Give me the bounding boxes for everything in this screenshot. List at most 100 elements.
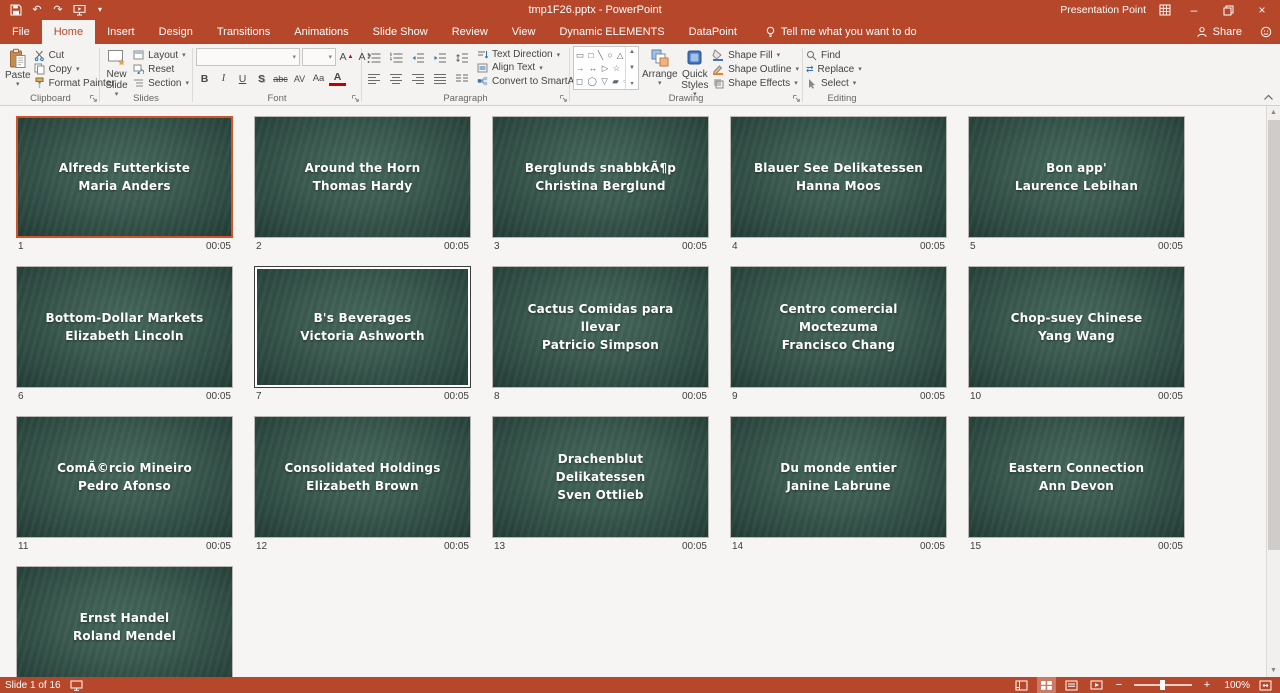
justify-icon[interactable] — [431, 71, 448, 86]
shapes-gallery[interactable]: ▭ □ ╲ ○ △ ◇ → ↔ ▷ ☆ ▱ ◁ ◻ ◯ ▽ ▰ ◦ △ ▲ ▼ … — [573, 46, 639, 90]
scroll-up-icon[interactable]: ▲ — [1267, 106, 1280, 119]
font-name-combobox[interactable]: ▾ — [196, 48, 300, 66]
underline-button[interactable]: U — [234, 70, 251, 87]
text-shadow-button[interactable]: S — [253, 70, 270, 87]
collapse-ribbon-icon[interactable] — [1263, 94, 1274, 101]
slide-thumbnail[interactable]: Alfreds FutterkisteMaria Anders — [16, 116, 233, 238]
arrange-label: Arrange — [642, 69, 678, 80]
zoom-level[interactable]: 100% — [1220, 680, 1250, 691]
layout-button[interactable]: Layout ▾ — [133, 48, 189, 62]
ribbon-display-options-icon[interactable] — [1158, 2, 1172, 18]
tab-file[interactable]: File — [0, 20, 42, 44]
tab-transitions[interactable]: Transitions — [205, 20, 282, 44]
normal-view-button[interactable] — [1012, 677, 1031, 693]
arrange-button[interactable]: Arrange ▾ — [642, 46, 678, 90]
fit-slide-to-window-button[interactable] — [1256, 677, 1275, 693]
tab-home[interactable]: Home — [42, 20, 95, 44]
customize-qat-icon[interactable]: ▾ — [93, 2, 107, 18]
clipboard-dialog-launcher-icon[interactable] — [89, 94, 98, 103]
replace-button[interactable]: ⇄ Replace ▾ — [806, 62, 862, 76]
font-color-button[interactable]: A — [329, 71, 346, 86]
tab-animations[interactable]: Animations — [282, 20, 360, 44]
reset-button[interactable]: Reset — [133, 62, 189, 76]
strikethrough-button[interactable]: abc — [272, 70, 289, 87]
slide-show-view-button[interactable] — [1087, 677, 1106, 693]
tab-review[interactable]: Review — [440, 20, 500, 44]
restore-button[interactable] — [1216, 0, 1240, 20]
reading-view-button[interactable] — [1062, 677, 1081, 693]
start-slideshow-icon[interactable] — [72, 2, 86, 18]
close-button[interactable]: × — [1250, 0, 1274, 20]
slide-thumbnail[interactable]: Cactus Comidas para llevarPatricio Simps… — [492, 266, 709, 388]
zoom-out-button[interactable]: − — [1112, 679, 1126, 691]
slide-sorter-canvas[interactable]: Alfreds FutterkisteMaria Anders100:05Aro… — [0, 106, 1280, 677]
shape-outline-button[interactable]: Shape Outline ▾ — [712, 62, 799, 76]
undo-icon[interactable]: ↶ — [30, 2, 44, 18]
slide-thumbnail[interactable]: ComÃ©rcio MineiroPedro Afonso — [16, 416, 233, 538]
display-settings-icon[interactable] — [70, 680, 83, 691]
slide-sorter-view-button[interactable] — [1037, 677, 1056, 693]
align-right-icon[interactable] — [409, 71, 426, 86]
scroll-down-icon[interactable]: ▼ — [1267, 664, 1280, 677]
new-slide-button[interactable]: New Slide ▾ — [103, 46, 130, 90]
zoom-in-button[interactable]: + — [1200, 679, 1214, 691]
font-size-dropdown-icon: ▾ — [328, 53, 332, 61]
find-button[interactable]: Find — [806, 48, 862, 62]
tab-slide-show[interactable]: Slide Show — [361, 20, 440, 44]
increase-font-size-button[interactable]: A▲ — [338, 49, 355, 66]
shape-effects-button[interactable]: Shape Effects ▾ — [712, 76, 799, 90]
vertical-scrollbar[interactable]: ▲ ▼ — [1266, 106, 1280, 677]
tab-insert[interactable]: Insert — [95, 20, 147, 44]
slide-thumbnail[interactable]: Du monde entierJanine Labrune — [730, 416, 947, 538]
italic-button[interactable]: I — [215, 70, 232, 87]
quick-styles-button[interactable]: Quick Styles ▾ — [681, 46, 710, 90]
shape-fill-button[interactable]: Shape Fill ▾ — [712, 48, 799, 62]
select-button[interactable]: Select ▾ — [806, 76, 862, 90]
increase-indent-icon[interactable] — [431, 50, 448, 65]
slide-thumbnail[interactable]: Bottom-Dollar MarketsElizabeth Lincoln — [16, 266, 233, 388]
slide-thumbnail[interactable]: Ernst HandelRoland Mendel — [16, 566, 233, 677]
tell-me-box[interactable]: Tell me what you want to do — [759, 20, 923, 44]
save-icon[interactable] — [9, 2, 23, 18]
zoom-slider-thumb[interactable] — [1160, 680, 1165, 690]
align-left-icon[interactable] — [365, 71, 382, 86]
feedback-smiley-icon[interactable] — [1252, 20, 1280, 44]
tab-view[interactable]: View — [500, 20, 548, 44]
tab-datapoint[interactable]: DataPoint — [677, 20, 749, 44]
tab-design[interactable]: Design — [147, 20, 205, 44]
tab-dynamic-elements[interactable]: Dynamic ELEMENTS — [547, 20, 676, 44]
slide-thumbnail[interactable]: Consolidated HoldingsElizabeth Brown — [254, 416, 471, 538]
slide-thumbnail[interactable]: Chop-suey ChineseYang Wang — [968, 266, 1185, 388]
section-button[interactable]: Section ▾ — [133, 76, 189, 90]
slide-thumbnail[interactable]: Eastern ConnectionAnn Devon — [968, 416, 1185, 538]
slide-thumbnail[interactable]: Around the HornThomas Hardy — [254, 116, 471, 238]
line-spacing-icon[interactable] — [453, 50, 470, 65]
align-center-icon[interactable] — [387, 71, 404, 86]
paragraph-dialog-launcher-icon[interactable] — [559, 94, 568, 103]
slide-thumbnail[interactable]: Drachenblut DelikatessenSven Ottlieb — [492, 416, 709, 538]
font-size-combobox[interactable]: ▾ — [302, 48, 336, 66]
change-case-button[interactable]: Aa — [310, 70, 327, 87]
paste-button[interactable]: Paste ▾ — [5, 46, 31, 90]
gallery-scroll-up-icon[interactable]: ▲ — [629, 49, 635, 55]
zoom-slider[interactable] — [1134, 684, 1192, 686]
character-spacing-button[interactable]: AV — [291, 70, 308, 87]
numbering-icon[interactable] — [387, 50, 404, 65]
slide-thumbnail[interactable]: Bon app'Laurence Lebihan — [968, 116, 1185, 238]
drawing-dialog-launcher-icon[interactable] — [792, 94, 801, 103]
scrollbar-thumb[interactable] — [1268, 120, 1280, 550]
decrease-indent-icon[interactable] — [409, 50, 426, 65]
slide-thumbnail[interactable]: Blauer See DelikatessenHanna Moos — [730, 116, 947, 238]
slide-thumbnail[interactable]: B's BeveragesVictoria Ashworth — [254, 266, 471, 388]
bold-button[interactable]: B — [196, 70, 213, 87]
font-dialog-launcher-icon[interactable] — [351, 94, 360, 103]
gallery-more-icon[interactable]: ▾ — [630, 80, 633, 87]
minimize-button[interactable]: – — [1182, 0, 1206, 20]
bullets-icon[interactable] — [365, 50, 382, 65]
columns-icon[interactable] — [453, 71, 470, 86]
slide-thumbnail[interactable]: Berglunds snabbkÃ¶pChristina Berglund — [492, 116, 709, 238]
gallery-scroll-down-icon[interactable]: ▼ — [629, 65, 635, 71]
slide-thumbnail[interactable]: Centro comercial MoctezumaFrancisco Chan… — [730, 266, 947, 388]
share-button[interactable]: Share — [1186, 20, 1252, 44]
redo-icon[interactable]: ↷ — [51, 2, 65, 18]
